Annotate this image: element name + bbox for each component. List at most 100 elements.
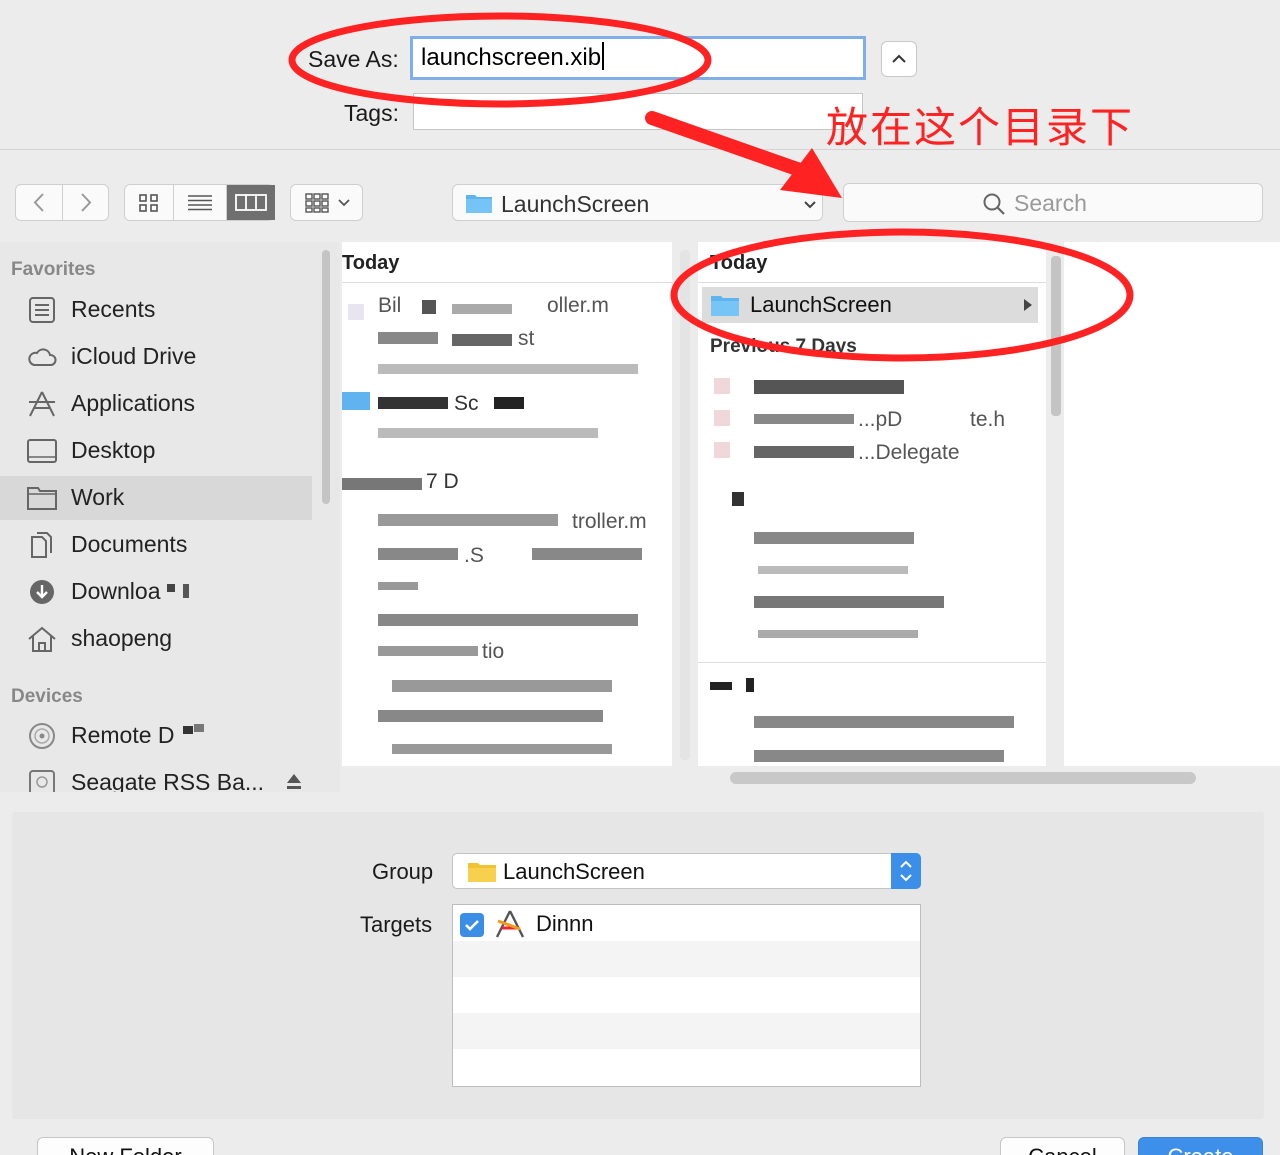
sidebar-item-home[interactable]: shaopeng [0,617,312,661]
file-icon [714,442,730,458]
sidebar-item-applications[interactable]: Applications [0,382,312,426]
file-name[interactable]: oller.m [547,294,609,318]
column-1-scrollbar[interactable] [680,250,690,760]
sidebar-item-downloads[interactable]: Downloa [0,570,312,614]
eject-icon[interactable] [284,771,304,792]
drive-icon [29,770,55,792]
search-placeholder: Search [1014,190,1087,216]
redaction-block [758,566,908,574]
file-name[interactable]: st [518,327,534,351]
redaction-block [378,710,603,722]
file-name[interactable]: .S [464,544,484,568]
sidebar-item-label: Documents [71,531,188,557]
create-button[interactable]: Create [1138,1137,1263,1155]
sidebar-item-label: iCloud Drive [71,343,197,369]
sidebar-item-work[interactable]: Work [0,476,312,520]
file-icon [348,304,364,320]
redaction-block [378,397,448,409]
selected-folder-row[interactable]: LaunchScreen [702,287,1038,323]
columns-icon [235,194,267,211]
redaction-block [452,304,512,314]
target-row[interactable]: Dinnn [453,905,920,941]
recents-icon [29,297,55,323]
redaction-block [754,414,854,424]
file-name[interactable]: ...pD [858,408,902,432]
chevron-right-icon [81,193,92,212]
folder-icon [468,863,496,882]
file-icon [714,410,730,426]
file-name[interactable]: te.h [970,408,1005,432]
group-stepper[interactable] [891,853,921,889]
redaction-block [342,478,422,490]
browser-column-1: Today Bil oller.m st Sc 7 D troller.m .S… [342,242,672,766]
text-caret [602,42,605,70]
redaction-block [754,380,904,394]
redaction-block [378,364,638,374]
redaction-block [378,614,638,626]
chevron-down-icon [804,201,816,209]
annotation-text: 放在这个目录下 [826,103,1135,152]
group-label: Group [372,859,434,884]
desktop-icon [27,439,57,463]
tags-label: Tags: [344,100,399,126]
sidebar-item-label: Recents [71,296,156,322]
sidebar-item-seagate[interactable]: Seagate RSS Ba... [0,761,312,792]
column-view-button[interactable] [227,185,275,220]
filename-input[interactable]: launchscreen.xib [410,36,866,80]
sidebar-item-recents[interactable]: Recents [0,288,312,332]
group-popup[interactable]: LaunchScreen [452,853,921,889]
sidebar-item-remote-disc[interactable]: Remote D [0,714,312,758]
column-2-scrollbar[interactable] [1051,256,1061,416]
redaction-block [183,726,193,734]
disc-icon [29,723,55,749]
tags-input[interactable] [413,93,863,130]
file-name[interactable]: Sc [454,392,479,416]
location-popup[interactable]: LaunchScreen [452,184,823,221]
chevron-left-icon [33,193,44,212]
horizontal-scrollbar[interactable] [730,772,1196,784]
group-by-button[interactable] [290,184,363,221]
devices-header: Devices [11,686,83,707]
redaction-block [378,332,438,344]
save-as-label: Save As: [308,46,399,72]
redaction-block [732,492,744,506]
cancel-button[interactable]: Cancel [1000,1137,1125,1155]
redaction-block [754,596,944,608]
column-1-previous-header: 7 D [426,470,459,493]
nav-buttons [15,184,109,221]
documents-icon [31,532,52,558]
redaction-block [754,446,854,458]
redaction-block [183,584,189,598]
sidebar-item-label: Desktop [71,437,156,463]
sidebar-item-icloud[interactable]: iCloud Drive [0,335,312,379]
arrange-icon [305,193,350,213]
grid-icon [139,194,158,212]
target-checkbox[interactable] [460,913,484,937]
file-name[interactable]: tio [482,640,504,664]
list-view-button[interactable] [174,185,227,220]
redaction-block [754,716,1014,728]
icon-view-button[interactable] [125,185,174,220]
sidebar-scrollbar[interactable] [322,250,330,504]
file-name[interactable]: Bil [378,294,401,318]
file-name[interactable]: troller.m [572,510,647,534]
sidebar-item-desktop[interactable]: Desktop [0,429,312,473]
search-field[interactable]: Search [843,183,1263,222]
sidebar-item-label: Remote D [71,722,175,748]
sidebar-item-documents[interactable]: Documents [0,523,312,567]
list-stripe [453,941,920,977]
forward-button[interactable] [63,185,110,220]
list-stripe [453,1013,920,1049]
collapse-button[interactable] [881,41,917,77]
list-icon [188,195,212,211]
browser-column-2: Today LaunchScreen Previous 7 Days ...pD… [698,242,1046,766]
divider [342,282,672,283]
search-icon [983,193,1005,215]
new-folder-button[interactable]: New Folder [37,1137,214,1155]
back-button[interactable] [16,185,63,220]
up-down-chevron-icon [900,860,912,882]
redaction-block [422,300,436,314]
home-icon [28,626,56,652]
targets-list: Dinnn [452,904,921,1087]
file-name[interactable]: ...Delegate [858,441,960,465]
